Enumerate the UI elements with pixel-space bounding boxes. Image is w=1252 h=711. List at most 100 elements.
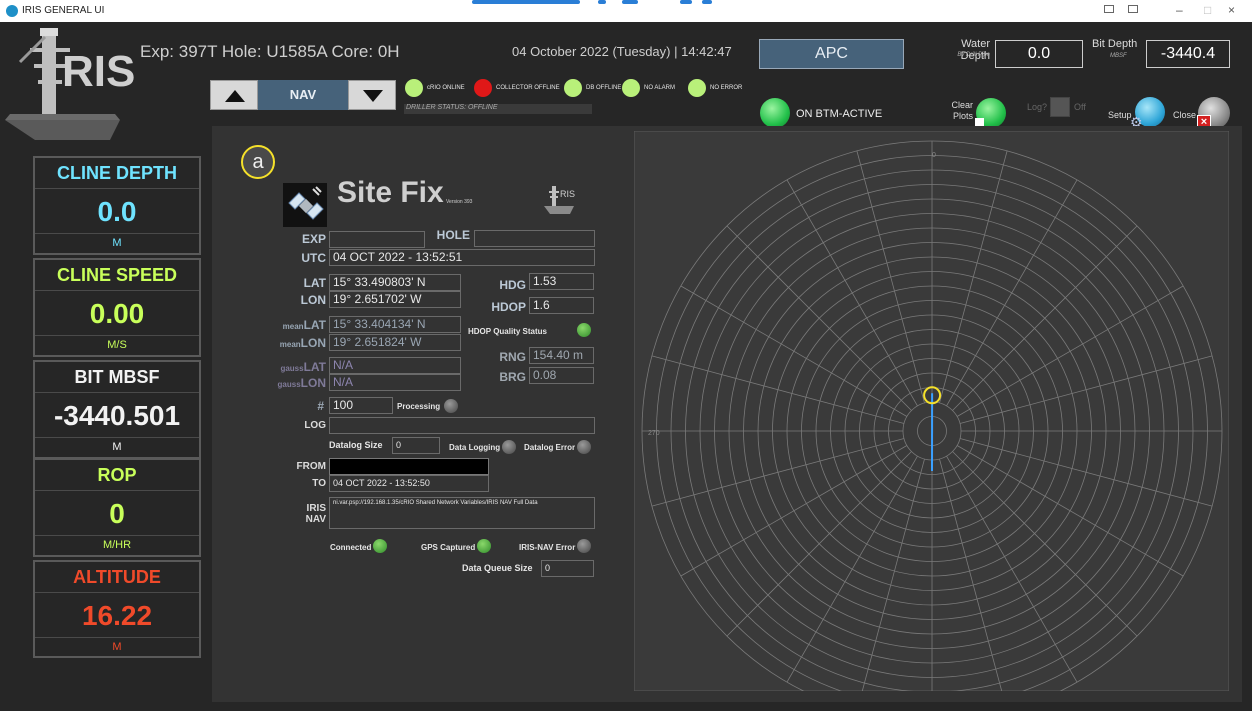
setup-label: Setup [1108, 110, 1132, 120]
card-title: CLINE SPEED [56, 265, 178, 285]
status-led-label: DB OFFLINE [586, 85, 622, 91]
status-led-label: NO ERROR [710, 85, 743, 91]
card-title: ALTITUDE [73, 567, 161, 587]
iris-nav-error-label: IRIS-NAV Error [519, 543, 576, 552]
maximize-button[interactable]: □ [1204, 3, 1211, 17]
bit-depth-label: Bit Depth [1092, 38, 1138, 50]
log-toggle[interactable] [1050, 97, 1070, 117]
card-unit: M [35, 233, 199, 253]
minimize-button[interactable]: – [1176, 3, 1183, 17]
annotation-badge-a: a [241, 145, 275, 179]
iris-nav-label-1: IRIS [306, 503, 326, 514]
card-title: ROP [97, 465, 137, 485]
gausslat-suffix: LAT [303, 360, 326, 374]
gausslon-label: gaussLON [266, 376, 326, 390]
status-led-5 [688, 79, 706, 97]
status-led-3 [564, 79, 582, 97]
iris-nav-source-field[interactable]: ni.var.psp://192.168.1.35/cRIO Shared Ne… [329, 497, 595, 529]
count-label: # [317, 399, 324, 413]
lat-field: 15° 33.490803' N [329, 274, 461, 291]
hdg-field: 1.53 [529, 273, 594, 290]
meanlon-field: 19° 2.651824' W [329, 334, 461, 351]
apc-button[interactable]: APC [759, 39, 904, 69]
on-btm-indicator [760, 98, 790, 128]
lon-label: LON [300, 293, 326, 307]
status-led-4 [622, 79, 640, 97]
card-value: 0.0 [35, 188, 199, 233]
datalog-error-label: Datalog Error [524, 443, 576, 452]
close-window-button[interactable]: × [1228, 3, 1235, 17]
mean-prefix: mean [282, 322, 304, 331]
card-unit: M [35, 637, 199, 657]
site-fix-version: Version 393 [446, 199, 473, 205]
hdg-label: HDG [499, 278, 526, 292]
nav-selector[interactable]: NAV [258, 80, 348, 110]
water-depth-sublabel: By Drill Pipe [957, 52, 990, 58]
bit-depth-sublabel: MBSF [1110, 53, 1127, 59]
rop-card: ROP 0 M/HR [33, 458, 201, 557]
water-depth-label: Water Depth [960, 38, 990, 62]
iris-small-logo-text: RIS [560, 189, 576, 199]
status-led-1 [405, 79, 423, 97]
bit-mbsf-card: BIT MBSF -3440.501 M [33, 360, 201, 459]
log-field[interactable] [329, 417, 595, 434]
rng-label: RNG [499, 350, 526, 364]
hdop-label: HDOP [491, 300, 526, 314]
brg-field: 0.08 [529, 367, 594, 384]
hole-field[interactable] [474, 230, 595, 247]
from-label: FROM [296, 461, 326, 472]
connected-led [373, 539, 387, 553]
exp-hole-core: Exp: 397T Hole: U1585A Core: 0H [140, 42, 400, 61]
processing-led [444, 399, 458, 413]
driller-status: DRILLER STATUS: OFFLINE [404, 104, 592, 114]
polar-label-left: 270 [648, 430, 660, 437]
water-depth-value: 0.0 [995, 40, 1083, 68]
data-logging-label: Data Logging [449, 443, 501, 452]
satellite-icon [283, 183, 327, 227]
app-icon [6, 5, 18, 17]
exp-field[interactable] [329, 231, 425, 248]
card-unit: M/S [35, 335, 199, 355]
gps-captured-label: GPS Captured [421, 543, 476, 552]
gausslon-suffix: LON [300, 376, 326, 390]
datalog-size-field: 0 [392, 437, 440, 454]
count-field: 100 [329, 397, 393, 414]
log-label: LOG [304, 420, 326, 431]
lon-field: 19° 2.651702' W [329, 291, 461, 308]
meanlon-suffix: LON [300, 336, 326, 350]
arrow-up-icon [225, 90, 245, 102]
hole-label: HOLE [436, 228, 470, 242]
to-field: 04 OCT 2022 - 13:52:50 [329, 475, 489, 492]
rng-field: 154.40 m [529, 347, 594, 364]
bit-depth-value: -3440.4 [1146, 40, 1230, 68]
from-field[interactable] [329, 458, 489, 475]
processing-label: Processing [397, 402, 441, 411]
iris-nav-error-led [577, 539, 591, 553]
altitude-card: ALTITUDE 16.22 M [33, 560, 201, 658]
gps-captured-led [477, 539, 491, 553]
card-title: CLINE DEPTH [56, 163, 177, 183]
card-value: 0.00 [35, 290, 199, 335]
gausslat-field: N/A [329, 357, 461, 374]
data-logging-led [502, 440, 516, 454]
meanlat-suffix: LAT [303, 318, 326, 332]
datalog-error-led [577, 440, 591, 454]
log-off-label: Off [1074, 102, 1086, 112]
iris-nav-label-2: NAV [305, 514, 326, 525]
brg-label: BRG [499, 370, 526, 384]
nav-down-button[interactable] [348, 80, 396, 110]
tray-icon[interactable] [1104, 5, 1114, 13]
card-title: BIT MBSF [74, 367, 160, 387]
site-fix-title: Site Fix [337, 176, 444, 209]
gausslat-label: gaussLAT [266, 360, 326, 374]
nav-up-button[interactable] [210, 80, 258, 110]
to-label: TO [312, 478, 326, 489]
iris-small-logo [544, 186, 574, 214]
mean-prefix: mean [279, 340, 301, 349]
utc-field: 04 OCT 2022 - 13:52:51 [329, 249, 595, 266]
keyboard-icon[interactable] [1128, 5, 1138, 13]
card-value: 16.22 [35, 592, 199, 637]
gauss-prefix: gauss [280, 364, 304, 373]
gausslon-field: N/A [329, 374, 461, 391]
polar-position-plot[interactable]: 0 270 [634, 131, 1229, 691]
